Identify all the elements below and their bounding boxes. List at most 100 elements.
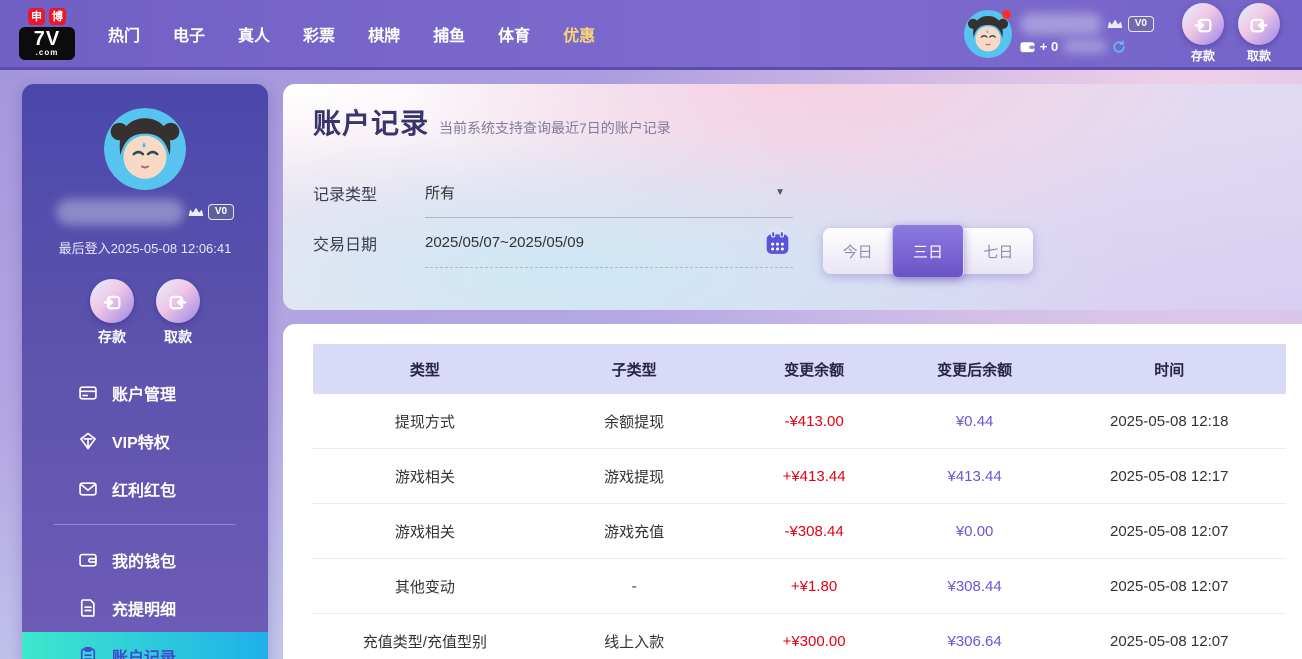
sidebar-deposit-button[interactable]: 存款 (90, 279, 134, 347)
table-cell-after: ¥306.64 (897, 633, 1053, 650)
table-cell-after: ¥308.44 (897, 578, 1053, 595)
wallet-icon (78, 550, 98, 570)
withdraw-label: 取款 (1247, 47, 1271, 64)
record-type-label: 记录类型 (313, 181, 425, 205)
table-cell-type: 游戏相关 (313, 466, 537, 487)
nav-item[interactable]: 电子 (171, 16, 207, 52)
table-cell-after: ¥0.44 (897, 413, 1053, 430)
table-cell-time: 2025-05-08 12:07 (1052, 523, 1286, 540)
page-title: 账户记录 (313, 102, 429, 142)
diamond-icon (78, 431, 98, 451)
nav-item[interactable]: 热门 (106, 16, 142, 52)
balance-blurred (1063, 40, 1107, 53)
logo-box: 7V .com (19, 27, 75, 60)
deposit-label: 存款 (98, 327, 126, 347)
sidebar-item-card[interactable]: 账户管理 (22, 369, 268, 417)
quick-range-group: 今日三日七日 (823, 228, 1033, 274)
sidebar-username-blurred (56, 199, 184, 225)
table-header-cell: 变更余额 (731, 359, 896, 380)
table-cell-type: 充值类型/充值型别 (313, 631, 537, 652)
nav-item[interactable]: 彩票 (301, 16, 337, 52)
date-range-row: 交易日期 2025/05/07~2025/05/09 (313, 218, 1302, 268)
table-header-row: 类型子类型变更余额变更后余额时间 (313, 344, 1286, 394)
nav-item[interactable]: 体育 (496, 16, 532, 52)
table-cell-time: 2025-05-08 12:07 (1052, 633, 1286, 650)
table-row: 游戏相关游戏提现+¥413.44¥413.442025-05-08 12:17 (313, 449, 1286, 504)
sidebar-avatar[interactable] (104, 108, 186, 190)
table-cell-change: +¥413.44 (731, 468, 896, 485)
quick-range-button[interactable]: 今日 (823, 228, 893, 274)
site-logo[interactable]: 申 博 7V .com (18, 8, 76, 60)
date-range-label: 交易日期 (313, 231, 425, 255)
withdraw-icon (156, 279, 200, 323)
notification-dot (1002, 10, 1011, 19)
nav-item[interactable]: 优惠 (561, 16, 597, 52)
nav-item[interactable]: 真人 (236, 16, 272, 52)
table-cell-time: 2025-05-08 12:17 (1052, 468, 1286, 485)
last-login-text: 最后登入2025-05-08 12:06:41 (22, 238, 268, 257)
user-avatar[interactable] (964, 10, 1012, 58)
navbar-user-block: V0 + 0 (964, 10, 1154, 58)
sidebar-menu: 账户管理 VIP特权红利红包我的钱包充提明细账户记录 (22, 369, 268, 659)
logo-text: 7V (19, 29, 75, 49)
sidebar-item-label: 我的钱包 (112, 548, 176, 572)
calendar-icon[interactable] (764, 230, 791, 256)
sidebar-name-row: V0 (22, 198, 268, 226)
wallet-mini-icon (1020, 40, 1035, 53)
withdraw-button[interactable]: 取款 (1238, 3, 1280, 64)
table-cell-after: ¥0.00 (897, 523, 1053, 540)
envelope-icon (78, 479, 98, 499)
date-range-input[interactable]: 2025/05/07~2025/05/09 (425, 218, 793, 268)
sidebar-item-envelope[interactable]: 红利红包 (22, 465, 268, 513)
table-cell-change: -¥413.00 (731, 413, 896, 430)
balance-plus-text: + 0 (1040, 39, 1058, 54)
table-body: 提现方式余额提现-¥413.00¥0.442025-05-08 12:18游戏相… (313, 394, 1286, 659)
sidebar-item-diamond[interactable]: VIP特权 (22, 417, 268, 465)
table-cell-type: 游戏相关 (313, 521, 537, 542)
quick-range-button[interactable]: 七日 (964, 228, 1033, 274)
table-cell-change: +¥300.00 (731, 633, 896, 650)
sidebar-withdraw-button[interactable]: 取款 (156, 279, 200, 347)
table-cell-subtype: - (537, 578, 732, 595)
table-cell-type: 其他变动 (313, 576, 537, 597)
table-cell-type: 提现方式 (313, 411, 537, 432)
avatar-image (104, 108, 186, 190)
sidebar-item-clipboard[interactable]: 账户记录 (22, 632, 268, 659)
records-filter-card: 账户记录 当前系统支持查询最近7日的账户记录 记录类型 所有 ▼ 交易日期 20… (283, 84, 1302, 310)
sidebar-divider (54, 524, 236, 525)
crown-icon (188, 206, 204, 218)
table-row: 游戏相关游戏充值-¥308.44¥0.002025-05-08 12:07 (313, 504, 1286, 559)
sidebar-item-label: VIP特权 (112, 429, 170, 453)
card-icon (78, 383, 98, 403)
refresh-balance-icon[interactable] (1112, 40, 1126, 54)
sidebar-item-document[interactable]: 充提明细 (22, 584, 268, 632)
date-range-value: 2025/05/07~2025/05/09 (425, 234, 584, 251)
table-cell-change: -¥308.44 (731, 523, 896, 540)
records-table-card: 类型子类型变更余额变更后余额时间 提现方式余额提现-¥413.00¥0.4420… (283, 324, 1302, 659)
main-nav-menu: 热门电子真人彩票棋牌捕鱼体育优惠 (106, 16, 597, 52)
crown-icon (1107, 18, 1123, 30)
sidebar-item-label: 账户管理 (112, 381, 176, 405)
table-header-cell: 子类型 (537, 359, 732, 380)
record-type-value: 所有 (425, 182, 455, 203)
clipboard-icon (78, 646, 98, 659)
user-info: V0 + 0 (1020, 13, 1154, 54)
table-cell-subtype: 线上入款 (537, 631, 732, 652)
table-cell-subtype: 游戏充值 (537, 521, 732, 542)
sidebar-item-label: 充提明细 (112, 596, 176, 620)
document-icon (78, 598, 98, 618)
withdraw-icon (1238, 3, 1280, 45)
chevron-down-icon: ▼ (775, 187, 785, 198)
sidebar-vip-badge: V0 (208, 204, 234, 220)
sidebar-item-label: 账户记录 (112, 644, 176, 659)
sidebar-item-wallet[interactable]: 我的钱包 (22, 536, 268, 584)
nav-item[interactable]: 捕鱼 (431, 16, 467, 52)
username-blurred (1020, 13, 1102, 35)
table-cell-time: 2025-05-08 12:07 (1052, 578, 1286, 595)
quick-range-button[interactable]: 三日 (893, 225, 963, 277)
deposit-button[interactable]: 存款 (1182, 3, 1224, 64)
sidebar: V0 最后登入2025-05-08 12:06:41 存款 取款 账户管理 VIP… (22, 84, 268, 659)
nav-item[interactable]: 棋牌 (366, 16, 402, 52)
record-type-select[interactable]: 所有 ▼ (425, 168, 793, 218)
deposit-label: 存款 (1191, 47, 1215, 64)
